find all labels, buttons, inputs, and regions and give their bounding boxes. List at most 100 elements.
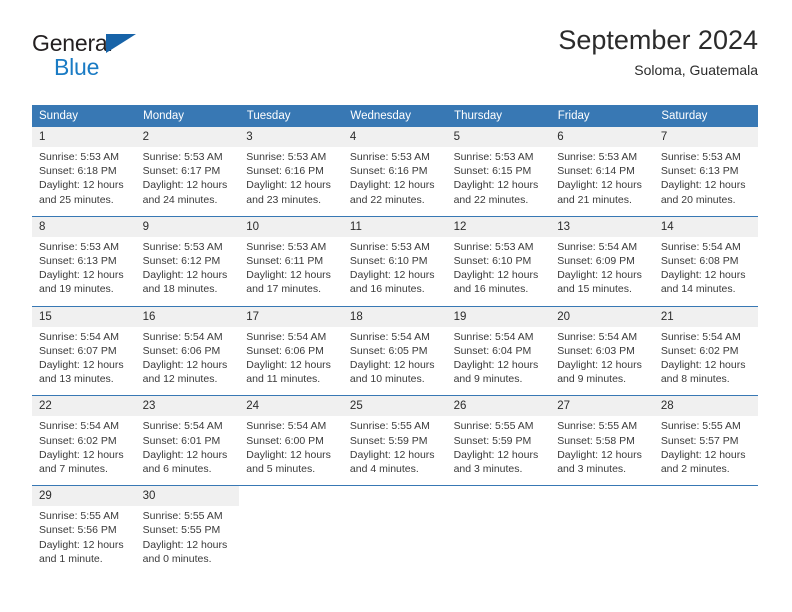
sunset-text: Sunset: 6:02 PM	[39, 434, 117, 447]
sunrise-text: Sunrise: 5:54 AM	[246, 420, 327, 433]
day-number-cell[interactable]: 18	[342, 306, 447, 327]
daylight-text-line1: Daylight: 12 hours	[349, 359, 435, 372]
day-number-row: 8 9 10 11 12 13 14	[32, 216, 758, 237]
day-info-cell: Sunrise: 5:53 AM Sunset: 6:16 PM Daylight:…	[342, 147, 447, 216]
day-detail-row: Sunrise: 5:54 AM Sunset: 6:07 PM Daylight:…	[32, 326, 758, 396]
weekday-header-friday: Friday	[550, 105, 655, 127]
weekday-header-thursday: Thursday	[446, 105, 551, 127]
sunset-text: Sunset: 6:01 PM	[142, 434, 221, 447]
day-number-cell[interactable]: 24	[239, 396, 343, 417]
day-info-cell: Sunrise: 5:53 AM Sunset: 6:14 PM Daylight:…	[550, 147, 654, 216]
day-number-cell[interactable]: 7	[653, 127, 758, 147]
sunset-text: Sunset: 6:17 PM	[142, 165, 221, 178]
logo-text-blue: Blue	[54, 54, 100, 80]
day-detail-row: Sunrise: 5:53 AM Sunset: 6:18 PM Daylight:…	[32, 147, 758, 216]
sunrise-text: Sunrise: 5:53 AM	[349, 151, 430, 163]
day-number-cell[interactable]: 2	[135, 127, 240, 147]
day-number-cell[interactable]: 1	[32, 127, 136, 147]
daylight-text-line2: and 8 minutes.	[660, 373, 730, 386]
day-info-cell: Sunrise: 5:53 AM Sunset: 6:13 PM Daylight:…	[653, 147, 758, 216]
day-info-cell: Sunrise: 5:54 AM Sunset: 6:06 PM Daylight:…	[239, 326, 343, 396]
daylight-text-line2: and 24 minutes.	[142, 193, 218, 206]
day-info-cell: Sunrise: 5:53 AM Sunset: 6:16 PM Daylight:…	[239, 147, 343, 216]
general-blue-logo[interactable]: General Blue	[32, 32, 232, 90]
day-number-cell[interactable]: 27	[550, 396, 654, 417]
day-number-cell[interactable]: 25	[342, 396, 447, 417]
daylight-text-line1: Daylight: 12 hours	[246, 448, 331, 461]
day-info-empty	[550, 506, 654, 576]
sunset-text: Sunset: 6:11 PM	[246, 255, 324, 268]
daylight-text-line2: and 3 minutes.	[453, 463, 523, 476]
sunrise-sunset-calendar: Sunday Monday Tuesday Wednesday Thursday Frid…	[32, 105, 758, 576]
sunrise-text: Sunrise: 5:54 AM	[39, 420, 119, 433]
sunset-text: Sunset: 6:13 PM	[660, 165, 739, 178]
daylight-text-line1: Daylight: 12 hours	[660, 359, 746, 372]
sunrise-text: Sunrise: 5:54 AM	[246, 330, 327, 343]
day-number-cell[interactable]: 11	[342, 216, 447, 237]
day-info-cell: Sunrise: 5:55 AM Sunset: 5:55 PM Daylight:…	[135, 506, 240, 576]
day-number-cell[interactable]: 10	[239, 216, 343, 237]
day-info-cell: Sunrise: 5:54 AM Sunset: 6:02 PM Daylight:…	[32, 416, 136, 486]
sunset-text: Sunset: 6:10 PM	[453, 255, 532, 268]
day-number-row: 15 16 17 18 19 20 21	[32, 306, 758, 327]
day-detail-row: Sunrise: 5:55 AM Sunset: 5:56 PM Daylight:…	[32, 506, 758, 576]
day-cell-empty	[342, 486, 447, 507]
day-number-cell[interactable]: 20	[550, 306, 654, 327]
day-number-cell[interactable]: 30	[135, 486, 240, 507]
sunrise-text: Sunrise: 5:54 AM	[349, 330, 430, 343]
daylight-text-line1: Daylight: 12 hours	[39, 269, 124, 282]
sunrise-text: Sunrise: 5:53 AM	[246, 151, 327, 163]
day-info-cell: Sunrise: 5:53 AM Sunset: 6:17 PM Daylight:…	[135, 147, 240, 216]
day-info-cell: Sunrise: 5:54 AM Sunset: 6:04 PM Daylight:…	[446, 326, 551, 396]
day-number-cell[interactable]: 28	[653, 396, 758, 417]
day-number-cell[interactable]: 17	[239, 306, 343, 327]
daylight-text-line2: and 21 minutes.	[557, 193, 632, 206]
day-info-cell: Sunrise: 5:54 AM Sunset: 6:03 PM Daylight:…	[550, 326, 654, 396]
daylight-text-line2: and 20 minutes.	[660, 193, 736, 206]
day-number-cell[interactable]: 22	[32, 396, 136, 417]
sunrise-text: Sunrise: 5:54 AM	[557, 240, 638, 253]
day-number-row: 1234567	[32, 127, 758, 147]
day-number-cell[interactable]: 16	[135, 306, 240, 327]
daylight-text-line2: and 6 minutes.	[142, 463, 212, 476]
sunset-text: Sunset: 6:02 PM	[660, 344, 739, 357]
day-number-cell[interactable]: 15	[32, 306, 136, 327]
sunset-text: Sunset: 6:13 PM	[39, 255, 117, 268]
sunrise-text: Sunrise: 5:53 AM	[39, 151, 119, 163]
day-number-cell[interactable]: 3	[239, 127, 343, 147]
day-number-cell[interactable]: 5	[446, 127, 551, 147]
day-number-cell[interactable]: 21	[653, 306, 758, 327]
daylight-text-line2: and 22 minutes.	[349, 193, 425, 206]
daylight-text-line1: Daylight: 12 hours	[142, 538, 228, 551]
day-number-cell[interactable]: 19	[446, 306, 551, 327]
day-info-cell: Sunrise: 5:55 AM Sunset: 5:57 PM Daylight:…	[653, 416, 758, 486]
sunset-text: Sunset: 5:57 PM	[660, 434, 739, 447]
day-number-cell[interactable]: 12	[446, 216, 551, 237]
day-info-cell: Sunrise: 5:54 AM Sunset: 6:09 PM Daylight:…	[550, 236, 654, 306]
day-number-cell[interactable]: 26	[446, 396, 551, 417]
day-info-cell: Sunrise: 5:53 AM Sunset: 6:11 PM Daylight:…	[239, 236, 343, 306]
day-number-cell[interactable]: 29	[32, 486, 136, 507]
day-info-cell: Sunrise: 5:54 AM Sunset: 6:01 PM Daylight:…	[135, 416, 240, 486]
daylight-text-line1: Daylight: 12 hours	[246, 359, 331, 372]
day-number-cell[interactable]: 14	[653, 216, 758, 237]
day-info-empty	[342, 506, 447, 576]
day-info-cell: Sunrise: 5:53 AM Sunset: 6:15 PM Daylight:…	[446, 147, 551, 216]
day-number-row: 22 23 24 25 26 27 28	[32, 396, 758, 417]
daylight-text-line1: Daylight: 12 hours	[39, 448, 124, 461]
day-number-cell[interactable]: 13	[550, 216, 654, 237]
daylight-text-line2: and 14 minutes.	[660, 283, 736, 296]
day-number-cell[interactable]: 8	[32, 216, 136, 237]
weekday-header-wednesday: Wednesday	[342, 105, 448, 127]
day-info-cell: Sunrise: 5:54 AM Sunset: 6:07 PM Daylight:…	[32, 326, 136, 396]
daylight-text-line1: Daylight: 12 hours	[453, 269, 539, 282]
sunrise-text: Sunrise: 5:55 AM	[142, 510, 223, 523]
day-number-cell[interactable]: 6	[550, 127, 654, 147]
weekday-header-row: Sunday Monday Tuesday Wednesday Thursday Frid…	[32, 105, 758, 127]
day-number-cell[interactable]: 4	[342, 127, 447, 147]
daylight-text-line1: Daylight: 12 hours	[453, 359, 539, 372]
daylight-text-line1: Daylight: 12 hours	[349, 448, 435, 461]
day-number-cell[interactable]: 9	[135, 216, 240, 237]
day-number-cell[interactable]: 23	[135, 396, 240, 417]
daylight-text-line2: and 5 minutes.	[246, 463, 316, 476]
